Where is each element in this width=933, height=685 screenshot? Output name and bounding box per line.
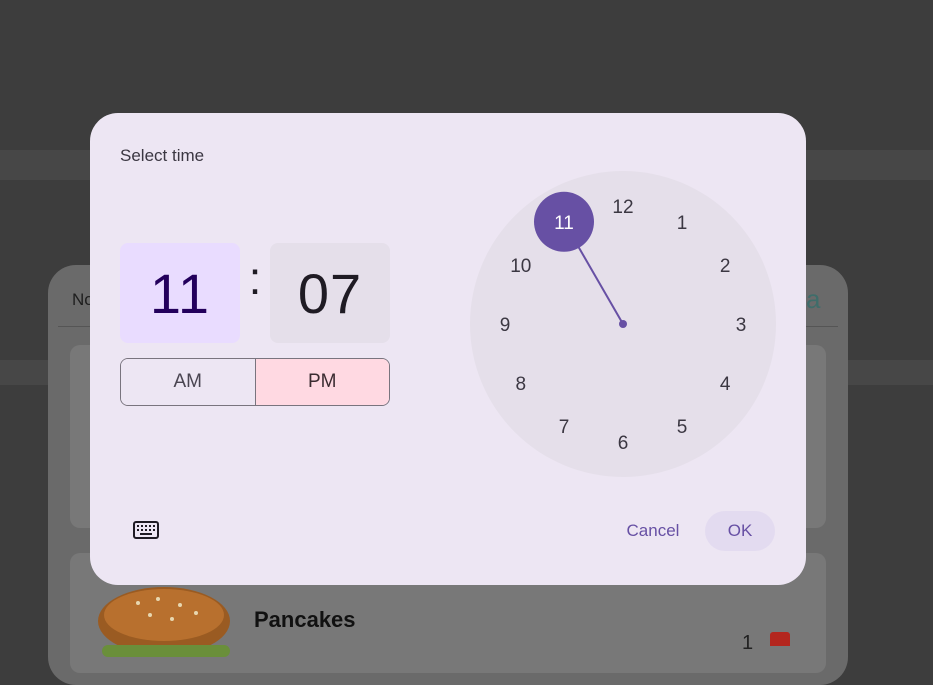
clock-number-2[interactable]: 2 xyxy=(720,256,731,277)
clock-number-4[interactable]: 4 xyxy=(720,374,731,395)
dialog-title: Select time xyxy=(120,146,205,165)
clock-number-8[interactable]: 8 xyxy=(516,374,527,395)
time-picker-dialog: Select time 11 : 07 AM PM 12 1 2 3 4 5 6 7 8 9 10 1… xyxy=(90,113,806,585)
clock-number-12[interactable]: 12 xyxy=(612,197,633,218)
period-toggle: AM PM xyxy=(120,358,390,406)
clock-number-11[interactable]: 11 xyxy=(554,213,574,234)
clock-number-7[interactable]: 7 xyxy=(559,417,570,438)
background-card-title: a xyxy=(806,284,821,314)
am-button[interactable]: AM xyxy=(121,359,256,405)
burger-image xyxy=(98,587,230,657)
clock-number-3[interactable]: 3 xyxy=(736,315,747,336)
background-item-title: Pancakes xyxy=(254,607,356,632)
clock-number-1[interactable]: 1 xyxy=(677,213,688,234)
time-separator: : xyxy=(248,252,262,304)
clock-number-10[interactable]: 10 xyxy=(510,256,531,277)
clock-dial[interactable]: 121234567891011 xyxy=(470,171,776,477)
ok-button[interactable]: OK xyxy=(705,511,775,551)
clock-number-6[interactable]: 6 xyxy=(618,433,629,454)
delete-icon xyxy=(770,632,790,646)
hour-selector[interactable]: 11 xyxy=(120,243,240,343)
clock-number-9[interactable]: 9 xyxy=(500,315,511,336)
clock-number-5[interactable]: 5 xyxy=(677,417,688,438)
clock-center-dot xyxy=(619,320,627,328)
keyboard-input-button[interactable] xyxy=(128,515,164,545)
cancel-button[interactable]: Cancel xyxy=(616,513,690,549)
minute-selector[interactable]: 07 xyxy=(270,243,390,343)
keyboard-icon xyxy=(133,521,159,539)
background-item-quantity: 1 xyxy=(742,632,754,654)
pm-button[interactable]: PM xyxy=(255,359,389,405)
